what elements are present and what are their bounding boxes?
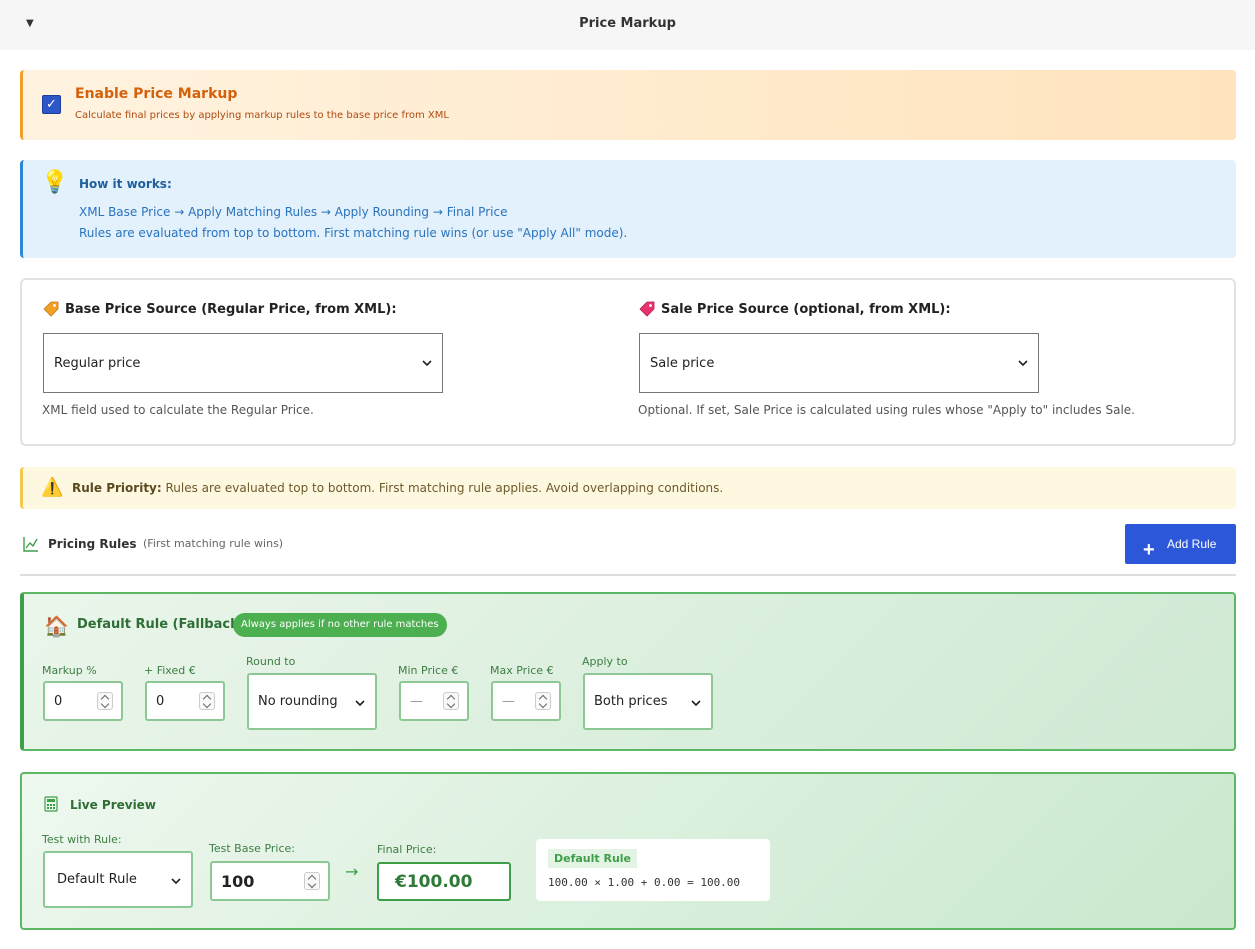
chevron-down-icon — [355, 700, 365, 707]
add-rule-button[interactable]: + Add Rule — [1125, 524, 1236, 564]
enable-markup-title: Enable Price Markup — [75, 86, 238, 102]
chevron-down-icon — [1018, 360, 1028, 367]
pricing-rules-title: Pricing Rules — [48, 537, 137, 551]
formula-rule-name: Default Rule — [548, 849, 638, 868]
test-base-price-value: 100 — [221, 871, 255, 891]
chevron-down-icon — [171, 878, 181, 885]
price-tag-icon — [639, 301, 655, 317]
stepper-icon[interactable] — [97, 692, 113, 710]
rule-priority-message: Rules are evaluated top to bottom. First… — [161, 481, 724, 495]
stepper-icon[interactable] — [443, 692, 459, 710]
sale-price-source-value: Sale price — [650, 355, 715, 371]
price-tag-icon — [43, 301, 59, 317]
formula-box: Default Rule 100.00 × 1.00 + 0.00 = 100.… — [536, 839, 770, 901]
max-price-placeholder: — — [502, 693, 515, 709]
chart-icon — [23, 537, 38, 552]
lightbulb-icon: 💡 — [41, 170, 69, 195]
round-to-select[interactable]: No rounding — [247, 673, 377, 730]
test-rule-value: Default Rule — [57, 872, 137, 887]
house-icon: 🏠 — [44, 614, 69, 638]
how-it-works-title: How it works: — [79, 177, 172, 191]
add-rule-label: Add Rule — [1167, 537, 1217, 551]
stepper-icon[interactable] — [535, 692, 551, 710]
calculator-icon — [44, 796, 58, 812]
fixed-amount-input[interactable]: 0 — [145, 681, 225, 721]
page-title: Price Markup — [579, 16, 676, 31]
sale-price-source-label: Sale Price Source (optional, from XML): — [639, 301, 951, 317]
apply-to-value: Both prices — [594, 694, 668, 709]
test-rule-select[interactable]: Default Rule — [43, 851, 193, 908]
formula-text: 100.00 × 1.00 + 0.00 = 100.00 — [548, 876, 741, 889]
round-to-label: Round to — [246, 655, 296, 668]
base-price-source-select[interactable]: Regular price — [43, 333, 443, 393]
stepper-icon[interactable] — [304, 872, 320, 890]
how-it-works-line-2: Rules are evaluated from top to bottom. … — [79, 226, 628, 240]
how-it-works-panel: 💡 How it works: XML Base Price → Apply M… — [20, 160, 1236, 258]
enable-markup-checkbox[interactable]: ✓ — [42, 95, 61, 114]
rule-priority-notice: ⚠️ Rule Priority: Rules are evaluated to… — [20, 467, 1236, 509]
live-preview-title: Live Preview — [70, 798, 156, 812]
pricing-rules-subtitle: (First matching rule wins) — [143, 537, 284, 550]
min-price-label: Min Price € — [398, 664, 459, 677]
max-price-label: Max Price € — [490, 664, 554, 677]
price-sources-panel: Base Price Source (Regular Price, from X… — [20, 278, 1236, 446]
markup-percent-value: 0 — [54, 693, 63, 709]
test-base-price-label: Test Base Price: — [209, 842, 295, 855]
test-rule-label: Test with Rule: — [42, 833, 122, 846]
rule-priority-label: Rule Priority: — [72, 481, 162, 495]
base-price-source-value: Regular price — [54, 355, 141, 371]
default-rule-badge: Always applies if no other rule matches — [233, 613, 447, 637]
sale-price-source-help: Optional. If set, Sale Price is calculat… — [638, 403, 1135, 417]
chevron-down-icon — [422, 360, 432, 367]
enable-markup-panel: ✓ Enable Price Markup Calculate final pr… — [20, 70, 1236, 140]
fixed-amount-label: + Fixed € — [144, 664, 196, 677]
rule-priority-text: Rule Priority: Rules are evaluated top t… — [72, 481, 723, 495]
stepper-icon[interactable] — [199, 692, 215, 710]
arrow-right-icon: → — [345, 862, 359, 881]
sale-price-source-label-text: Sale Price Source (optional, from XML): — [661, 301, 951, 317]
live-preview-card: Live Preview Test with Rule: Default Rul… — [20, 772, 1236, 930]
pricing-rules-header: Pricing Rules (First matching rule wins) — [20, 523, 1236, 576]
max-price-input[interactable]: — — [491, 681, 561, 721]
default-rule-card: 🏠 Default Rule (Fallback) Always applies… — [20, 592, 1236, 751]
final-price-label: Final Price: — [377, 843, 437, 856]
base-price-source-label: Base Price Source (Regular Price, from X… — [43, 301, 397, 317]
base-price-source-help: XML field used to calculate the Regular … — [42, 403, 314, 417]
markup-percent-input[interactable]: 0 — [43, 681, 123, 721]
min-price-placeholder: — — [410, 693, 423, 709]
default-rule-title: Default Rule (Fallback) — [77, 617, 245, 632]
round-to-value: No rounding — [258, 694, 338, 709]
sale-price-source-select[interactable]: Sale price — [639, 333, 1039, 393]
how-it-works-line-1: XML Base Price → Apply Matching Rules → … — [79, 205, 508, 219]
enable-markup-description: Calculate final prices by applying marku… — [75, 110, 449, 121]
markup-percent-label: Markup % — [42, 664, 97, 677]
plus-icon: + — [1143, 539, 1155, 561]
min-price-input[interactable]: — — [399, 681, 469, 721]
section-header[interactable]: ▼ Price Markup — [0, 0, 1255, 50]
apply-to-label: Apply to — [582, 655, 628, 668]
final-price-output: €100.00 — [377, 862, 511, 901]
fixed-amount-value: 0 — [156, 693, 165, 709]
test-base-price-input[interactable]: 100 — [210, 861, 330, 901]
apply-to-select[interactable]: Both prices — [583, 673, 713, 730]
warning-icon: ⚠️ — [41, 477, 64, 498]
chevron-down-icon — [691, 700, 701, 707]
base-price-source-label-text: Base Price Source (Regular Price, from X… — [65, 301, 397, 317]
